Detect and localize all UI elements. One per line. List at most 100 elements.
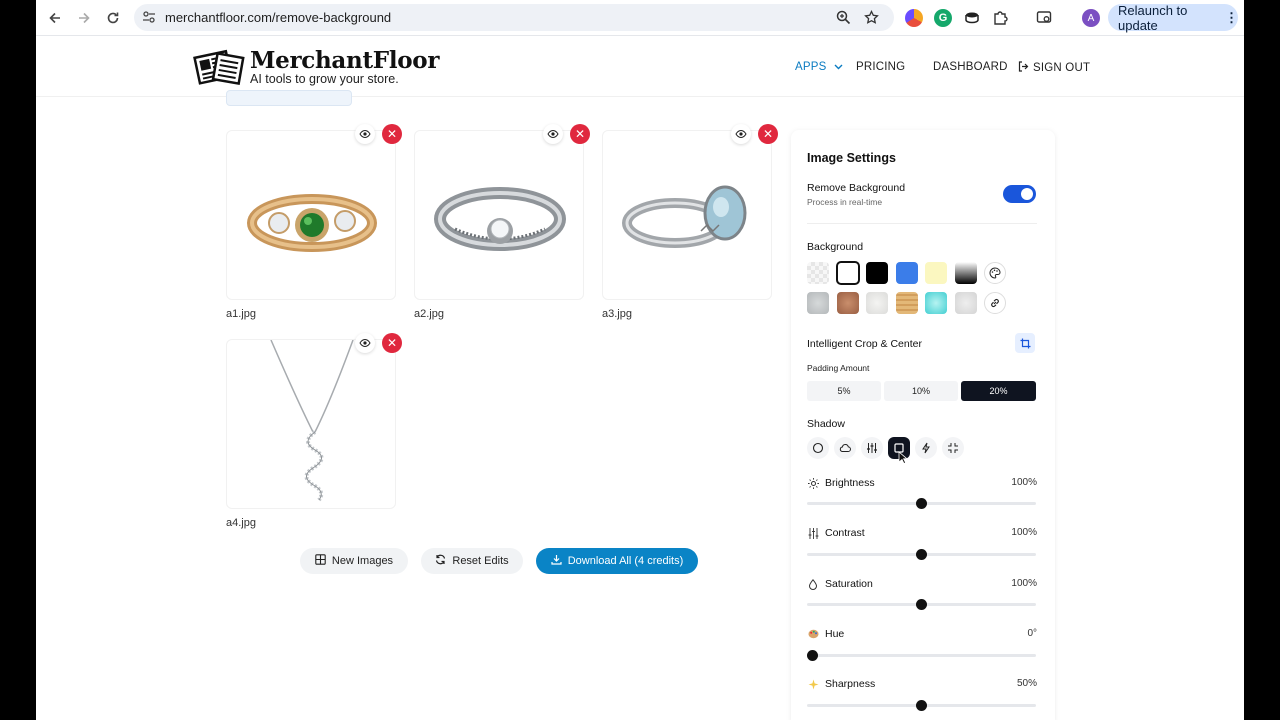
swatch-gradient[interactable] (955, 262, 977, 284)
preview-eye-icon[interactable] (731, 124, 751, 144)
remove-background-sub: Process in real-time (807, 197, 883, 207)
divider (807, 223, 1037, 224)
image-filename: a4.jpg (226, 517, 256, 529)
saturation-slider-thumb[interactable] (916, 599, 927, 610)
contrast-value: 100% (1011, 527, 1037, 538)
credits-remaining-badge (226, 90, 352, 106)
swatch-transparent[interactable] (807, 262, 829, 284)
image-settings-panel: Image Settings Remove Background Process… (791, 130, 1055, 720)
swatch-marble[interactable] (866, 292, 888, 314)
ring-gold-emerald-image (247, 194, 377, 252)
extension-color-icon[interactable] (905, 9, 923, 27)
grid-icon (315, 554, 326, 568)
droplet-icon (807, 578, 819, 590)
hue-slider-track[interactable] (807, 654, 1036, 657)
remove-image-close-icon[interactable]: ✕ (570, 124, 590, 144)
site-settings-icon[interactable] (142, 10, 156, 29)
nav-pricing[interactable]: PRICING (856, 61, 905, 73)
remove-image-close-icon[interactable]: ✕ (758, 124, 778, 144)
brightness-slider-thumb[interactable] (916, 498, 927, 509)
new-images-label: New Images (331, 555, 394, 567)
crop-icon[interactable] (1015, 333, 1035, 353)
browser-toolbar: merchantfloor.com/remove-background G A … (36, 0, 1244, 36)
necklace-pendant-image (270, 340, 354, 502)
link-icon[interactable] (984, 292, 1006, 314)
brightness-value: 100% (1011, 477, 1037, 488)
crop-label: Intelligent Crop & Center (807, 338, 922, 350)
sharpness-slider-thumb[interactable] (916, 700, 927, 711)
bookmark-star-icon[interactable] (864, 9, 880, 26)
reset-edits-label: Reset Edits (452, 555, 509, 567)
url-text: merchantfloor.com/remove-background (165, 10, 392, 25)
image-card[interactable] (414, 130, 584, 300)
back-icon[interactable] (44, 7, 66, 29)
circle-icon[interactable] (807, 437, 829, 459)
swatch-white-selected[interactable] (836, 261, 860, 285)
profile-avatar[interactable]: A (1082, 9, 1100, 27)
grammarly-icon[interactable]: G (934, 9, 952, 27)
sign-out-icon (1018, 61, 1029, 75)
swatch-aqua[interactable] (925, 292, 947, 314)
remove-image-close-icon[interactable]: ✕ (382, 333, 402, 353)
image-filename: a2.jpg (414, 308, 444, 320)
relaunch-button[interactable]: Relaunch to update ⋮ (1108, 2, 1238, 33)
site-header: MerchantFloor AI tools to grow your stor… (36, 37, 1244, 97)
reload-icon[interactable] (102, 7, 124, 29)
swatch-light-gray[interactable] (955, 292, 977, 314)
saturation-label: Saturation (825, 578, 873, 590)
tab-search-icon[interactable] (1036, 9, 1054, 27)
image-filename: a1.jpg (226, 308, 256, 320)
shrink-icon[interactable] (942, 437, 964, 459)
cloud-icon[interactable] (834, 437, 856, 459)
preview-eye-icon[interactable] (543, 124, 563, 144)
hue-slider-thumb[interactable] (807, 650, 818, 661)
reset-edits-button[interactable]: Reset Edits (421, 548, 523, 574)
swatch-black[interactable] (866, 262, 888, 284)
preview-eye-icon[interactable] (355, 124, 375, 144)
image-card[interactable] (226, 130, 396, 300)
contrast-slider-thumb[interactable] (916, 549, 927, 560)
shadow-label: Shadow (807, 418, 845, 430)
relaunch-label: Relaunch to update (1118, 2, 1188, 33)
sliders-icon[interactable] (861, 437, 883, 459)
remove-background-toggle[interactable] (1003, 185, 1036, 203)
database-extension-icon[interactable] (963, 9, 981, 27)
padding-option-20[interactable]: 20% (961, 381, 1036, 401)
brand-name[interactable]: MerchantFloor (250, 47, 439, 74)
remove-background-label: Remove Background (807, 182, 906, 194)
download-icon (551, 554, 562, 568)
logo-icon[interactable] (191, 45, 247, 89)
swatch-copper[interactable] (837, 292, 859, 314)
more-menu-icon: ⋮ (1225, 9, 1238, 25)
download-all-button[interactable]: Download All (4 credits) (536, 548, 698, 574)
sharpness-value: 50% (1016, 678, 1037, 689)
remove-image-close-icon[interactable]: ✕ (382, 124, 402, 144)
sign-out-label: SIGN OUT (1033, 62, 1091, 74)
ring-silver-diamond-image (434, 187, 566, 251)
nav-apps[interactable]: APPS (795, 61, 843, 73)
swatch-blue[interactable] (896, 262, 918, 284)
bolt-icon[interactable] (915, 437, 937, 459)
image-card[interactable] (226, 339, 396, 509)
nav-sign-out[interactable]: SIGN OUT (1018, 61, 1090, 75)
address-bar[interactable]: merchantfloor.com/remove-background (134, 4, 894, 31)
browser-window: merchantfloor.com/remove-background G A … (36, 0, 1244, 720)
saturation-value: 100% (1011, 578, 1037, 589)
swatch-cream[interactable] (925, 262, 947, 284)
new-images-button[interactable]: New Images (300, 548, 408, 574)
forward-icon[interactable] (73, 7, 95, 29)
palette-icon[interactable] (984, 262, 1006, 284)
swatch-concrete[interactable] (807, 292, 829, 314)
swatch-wood[interactable] (896, 292, 918, 314)
zoom-icon[interactable] (836, 10, 852, 26)
nav-apps-label: APPS (795, 61, 827, 73)
contrast-label: Contrast (825, 527, 865, 539)
chevron-down-icon (834, 61, 843, 73)
padding-option-5[interactable]: 5% (807, 381, 881, 401)
preview-eye-icon[interactable] (355, 333, 375, 353)
color-palette-icon (807, 628, 819, 640)
padding-option-10[interactable]: 10% (884, 381, 958, 401)
nav-dashboard[interactable]: DASHBOARD (933, 61, 1008, 73)
extensions-puzzle-icon[interactable] (992, 9, 1010, 27)
image-card[interactable] (602, 130, 772, 300)
